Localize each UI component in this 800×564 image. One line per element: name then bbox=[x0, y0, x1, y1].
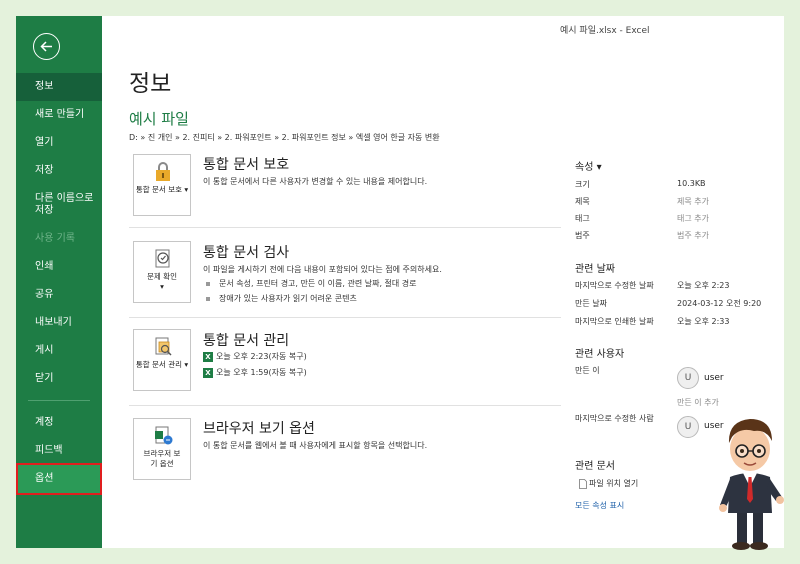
version-item[interactable]: X 오늘 오후 1:59(자동 복구) bbox=[203, 367, 307, 378]
last-modified-by-label: 마지막으로 수정한 사람 bbox=[575, 414, 654, 423]
excel-file-icon: X bbox=[203, 367, 213, 378]
nav-divider bbox=[28, 400, 90, 401]
browser-view-options-button[interactable]: 브라우저 보기 옵션 bbox=[133, 418, 191, 480]
open-file-location-label: 파일 위치 열기 bbox=[589, 479, 639, 488]
window-title: 예시 파일.xlsx - Excel bbox=[560, 26, 650, 36]
avatar: U bbox=[677, 367, 699, 389]
browser-desc: 이 통합 문서를 웹에서 볼 때 사용자에게 표시할 항목을 선택합니다. bbox=[203, 441, 428, 450]
nav-save[interactable]: 저장 bbox=[16, 157, 102, 185]
open-file-location-link[interactable]: 파일 위치 열기 bbox=[579, 478, 638, 489]
protect-desc: 이 통합 문서에서 다른 사용자가 변경할 수 있는 내용을 제어합니다. bbox=[203, 177, 428, 186]
excel-file-icon: X bbox=[203, 351, 213, 362]
nav-save-as[interactable]: 다른 이름으로 저장 bbox=[16, 191, 96, 221]
browser-tile-label: 브라우저 보기 옵션 bbox=[143, 449, 181, 468]
version-label: 오늘 오후 1:59(자동 복구) bbox=[216, 368, 307, 377]
nav-print[interactable]: 인쇄 bbox=[16, 253, 102, 281]
nav-open[interactable]: 열기 bbox=[16, 129, 102, 157]
nav-new[interactable]: 새로 만들기 bbox=[16, 101, 102, 129]
inspect-desc: 이 파일을 게시하기 전에 다음 내용이 포함되어 있다는 점에 주의하세요. bbox=[203, 265, 442, 274]
nav-info[interactable]: 정보 bbox=[16, 73, 102, 101]
browser-title: 브라우저 보기 옵션 bbox=[203, 421, 315, 437]
nav-export[interactable]: 내보내기 bbox=[16, 309, 102, 337]
nav-account[interactable]: 계정 bbox=[16, 409, 102, 437]
manage-workbook-button[interactable]: 통합 문서 관리 ▾ bbox=[133, 329, 191, 391]
printed-date-label: 마지막으로 인쇄한 날짜 bbox=[575, 317, 654, 326]
people-header: 관련 사용자 bbox=[575, 349, 625, 360]
inspect-title: 통합 문서 검사 bbox=[203, 245, 290, 261]
manage-title: 통합 문서 관리 bbox=[203, 333, 290, 349]
properties-dropdown[interactable]: 속성 ▾ bbox=[575, 158, 602, 173]
inspect-tile-label: 문제 확인 ▾ bbox=[147, 272, 177, 291]
nav-close[interactable]: 닫기 bbox=[16, 365, 102, 393]
created-date-label: 만든 날짜 bbox=[575, 299, 607, 308]
protect-title: 통합 문서 보호 bbox=[203, 157, 290, 173]
browser-view-icon bbox=[155, 426, 173, 445]
inspect-bullet: 장애가 있는 사용자가 읽기 어려운 콘텐츠 bbox=[206, 293, 357, 304]
category-label: 범주 bbox=[575, 231, 590, 240]
nav-feedback[interactable]: 피드백 bbox=[16, 437, 102, 465]
tags-input[interactable]: 태그 추가 bbox=[677, 213, 709, 224]
section-divider bbox=[129, 317, 561, 318]
back-arrow-icon bbox=[40, 41, 52, 52]
dates-header: 관련 날짜 bbox=[575, 264, 615, 275]
backstage-sidebar: 정보 새로 만들기 열기 저장 다른 이름으로 저장 사용 기록 인쇄 공유 내… bbox=[16, 16, 102, 548]
avatar: U bbox=[677, 416, 699, 438]
document-icon bbox=[579, 478, 587, 489]
inspect-bullet: 문서 속성, 프린터 경고, 만든 이 이름, 관련 날짜, 절대 경로 bbox=[206, 278, 417, 289]
version-label: 오늘 오후 2:23(자동 복구) bbox=[216, 352, 307, 361]
cartoon-presenter-illustration bbox=[719, 419, 784, 550]
author-name[interactable]: user bbox=[704, 373, 724, 383]
version-item[interactable]: X 오늘 오후 2:23(자동 복구) bbox=[203, 351, 307, 362]
protect-tile-label: 통합 문서 보호 ▾ bbox=[135, 185, 189, 194]
check-issues-button[interactable]: 문제 확인 ▾ bbox=[133, 241, 191, 303]
backstage-window: 정보 새로 만들기 열기 저장 다른 이름으로 저장 사용 기록 인쇄 공유 내… bbox=[16, 16, 784, 548]
show-all-properties-link[interactable]: 모든 속성 표시 bbox=[575, 500, 624, 511]
printed-date-value: 오늘 오후 2:33 bbox=[677, 317, 730, 326]
back-button[interactable] bbox=[33, 33, 60, 60]
nav-options[interactable]: 옵션 bbox=[16, 463, 102, 495]
file-name: 예시 파일 bbox=[129, 110, 189, 128]
title-input[interactable]: 제목 추가 bbox=[677, 196, 709, 207]
nav-history: 사용 기록 bbox=[35, 233, 75, 244]
tags-label: 태그 bbox=[575, 214, 590, 223]
category-input[interactable]: 범주 추가 bbox=[677, 230, 709, 241]
nav-share[interactable]: 공유 bbox=[16, 281, 102, 309]
section-divider bbox=[129, 227, 561, 228]
title-label: 제목 bbox=[575, 197, 590, 206]
size-label: 크기 bbox=[575, 180, 590, 189]
nav-publish[interactable]: 게시 bbox=[16, 337, 102, 365]
page-title: 정보 bbox=[129, 71, 172, 97]
modified-date-label: 마지막으로 수정한 날짜 bbox=[575, 281, 654, 290]
protect-workbook-button[interactable]: 통합 문서 보호 ▾ bbox=[133, 154, 191, 216]
modified-date-value: 오늘 오후 2:23 bbox=[677, 281, 730, 290]
author-label: 만든 이 bbox=[575, 366, 600, 375]
file-path: D: » 진 개인 » 2. 진피티 » 2. 파워포인트 » 2. 파워포인트… bbox=[129, 133, 440, 142]
manage-document-icon bbox=[155, 337, 172, 356]
documents-header: 관련 문서 bbox=[575, 461, 615, 472]
section-divider bbox=[129, 405, 561, 406]
lock-icon bbox=[156, 162, 170, 181]
size-value: 10.3KB bbox=[677, 179, 706, 188]
created-date-value: 2024-03-12 오전 9:20 bbox=[677, 299, 762, 308]
inspect-document-icon bbox=[155, 249, 170, 268]
manage-tile-label: 통합 문서 관리 ▾ bbox=[135, 360, 189, 369]
